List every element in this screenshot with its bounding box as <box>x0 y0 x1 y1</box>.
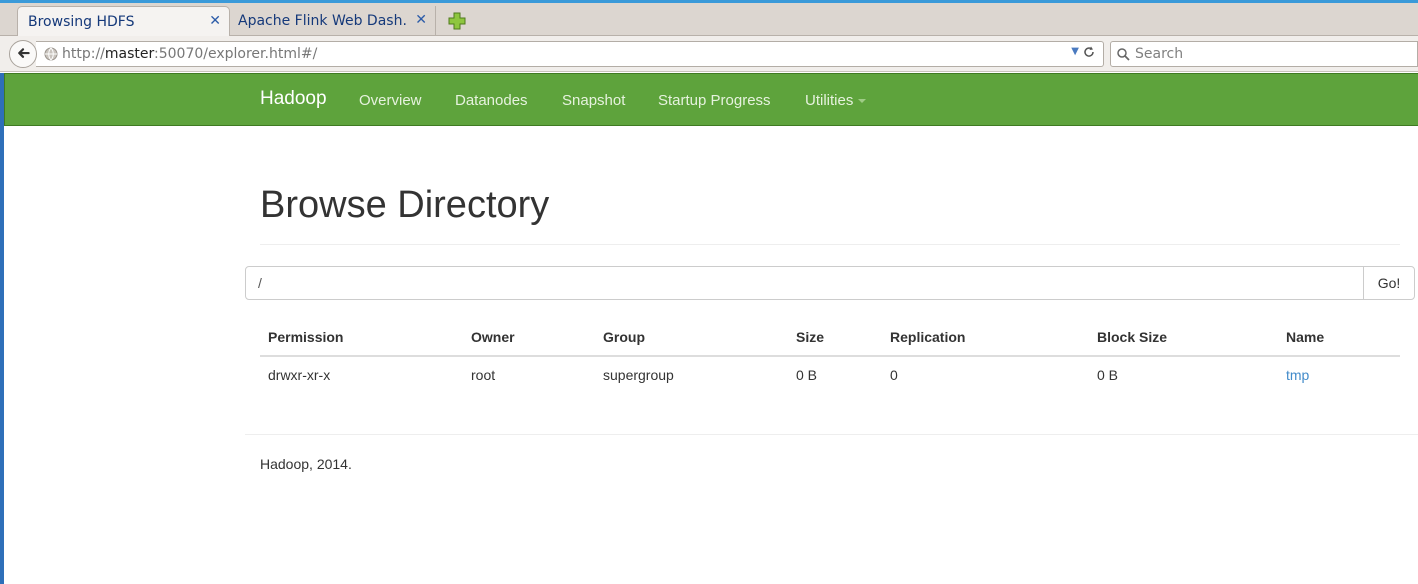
search-placeholder: Search <box>1135 46 1184 62</box>
cell-group: supergroup <box>603 367 674 383</box>
url-dropdown-icon[interactable]: ▼ <box>1071 46 1079 57</box>
cell-block-size: 0 B <box>1097 367 1119 383</box>
tab-flink-dashboard[interactable]: Apache Flink Web Dash... ✕ <box>228 6 436 36</box>
window-left-edge <box>0 73 4 584</box>
tab-label: Apache Flink Web Dash... <box>238 13 408 29</box>
caret-down-icon <box>858 99 867 104</box>
globe-icon <box>44 47 58 61</box>
directory-link-tmp[interactable]: tmp <box>1286 367 1309 383</box>
url-text: http://master:50070/explorer.html#/ <box>62 46 318 62</box>
new-tab-plus-icon[interactable] <box>447 11 467 31</box>
column-header-group: Group <box>595 318 788 357</box>
nav-link-utilities[interactable]: Utilities <box>805 92 867 109</box>
divider <box>260 244 1400 245</box>
go-button[interactable]: Go! <box>1363 266 1415 300</box>
column-header-permission: Permission <box>260 318 463 357</box>
column-header-replication: Replication <box>882 318 1089 357</box>
column-header-name: Name <box>1278 318 1400 357</box>
footer-text: Hadoop, 2014. <box>260 456 352 472</box>
nav-link-snapshot[interactable]: Snapshot <box>562 92 625 109</box>
table-header-row: Permission Owner Group Size Replication … <box>260 318 1400 357</box>
footer-divider <box>245 434 1418 435</box>
column-header-size: Size <box>788 318 882 357</box>
table-row: drwxr-xr-x root supergroup 0 B 0 0 B tmp <box>260 356 1400 393</box>
navbar-brand[interactable]: Hadoop <box>260 88 327 110</box>
reload-icon[interactable] <box>1082 45 1096 59</box>
cell-permission: drwxr-xr-x <box>268 367 331 383</box>
tab-label: Browsing HDFS <box>28 13 135 30</box>
search-icon <box>1117 48 1130 61</box>
back-arrow-icon <box>18 48 30 58</box>
page-title: Browse Directory <box>260 184 550 226</box>
hadoop-navbar: Hadoop Overview Datanodes Snapshot Start… <box>4 73 1418 126</box>
close-icon[interactable]: ✕ <box>415 12 427 28</box>
search-input[interactable]: Search <box>1110 41 1418 67</box>
cell-name: tmp <box>1278 356 1400 393</box>
nav-link-datanodes[interactable]: Datanodes <box>455 92 528 109</box>
directory-path-input[interactable] <box>245 266 1364 300</box>
nav-link-startup-progress[interactable]: Startup Progress <box>658 92 771 109</box>
tab-browsing-hdfs[interactable]: Browsing HDFS ✕ <box>17 6 230 36</box>
close-icon[interactable]: ✕ <box>209 13 221 29</box>
directory-table: Permission Owner Group Size Replication … <box>260 318 1400 393</box>
cell-size: 0 B <box>796 367 818 383</box>
back-button[interactable] <box>9 40 37 68</box>
nav-link-overview[interactable]: Overview <box>359 92 422 109</box>
cell-owner: root <box>471 367 496 383</box>
url-bar[interactable]: http://master:50070/explorer.html#/ ▼ <box>36 41 1104 67</box>
tab-bar: Browsing HDFS ✕ Apache Flink Web Dash...… <box>0 3 1418 36</box>
column-header-block-size: Block Size <box>1089 318 1278 357</box>
column-header-owner: Owner <box>463 318 595 357</box>
browser-toolbar: http://master:50070/explorer.html#/ ▼ Se… <box>0 36 1418 72</box>
cell-replication: 0 <box>890 367 898 383</box>
